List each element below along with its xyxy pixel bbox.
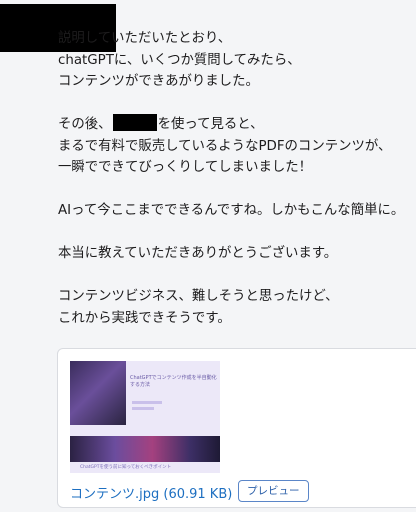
message-line: AIって今ここまでできるんですね。しかもこんな簡単に。 xyxy=(58,203,405,218)
message-fragment: を使って見ると、 xyxy=(157,117,264,132)
message-line: chatGPTに、いくつか質問してみたら、 xyxy=(58,52,301,68)
attachment-thumbnail[interactable]: ChatGPTでコンテンツ作成を半自動化する方法 ChatGPTを使う前に知って… xyxy=(70,361,220,473)
thumbnail-photo xyxy=(70,361,126,425)
message-line: 本当に教えていただきありがとうございます。 xyxy=(58,246,338,261)
thumbnail-text-line xyxy=(132,401,162,404)
message-fragment: その後、 xyxy=(58,117,112,132)
attachment-file-name[interactable]: コンテンツ.jpg xyxy=(70,487,159,502)
message-line-with-redaction: その後、 を使って見ると、 xyxy=(58,114,416,136)
thumbnail-title: ChatGPTでコンテンツ作成を半自動化する方法 xyxy=(130,375,217,388)
message-line: コンテンツができあがりました。 xyxy=(58,74,259,89)
chat-message-view: 説明していただいたとおり、 chatGPTに、いくつか質問してみたら、 コンテン… xyxy=(0,0,416,512)
message-line: まるで有料で販売しているようなPDFのコンテンツが、 xyxy=(58,138,392,154)
message-body: 説明していただいたとおり、 chatGPTに、いくつか質問してみたら、 コンテン… xyxy=(58,28,416,329)
file-attachment-card: ChatGPTでコンテンツ作成を半自動化する方法 ChatGPTを使う前に知って… xyxy=(57,348,416,508)
message-line: 説明していただいたとおり、 xyxy=(58,31,232,46)
thumbnail-text-line xyxy=(132,407,154,410)
attachment-file-link[interactable]: コンテンツ.jpg (60.91 KB) xyxy=(70,483,232,502)
preview-button[interactable]: プレビュー xyxy=(238,480,309,502)
message-line: コンテンツビジネス、難しそうと思ったけど、 xyxy=(58,289,339,304)
thumbnail-caption: ChatGPTを使う前に知っておくべきポイント xyxy=(80,465,172,470)
attachment-file-size[interactable]: (60.91 KB) xyxy=(163,487,232,502)
message-line: 一瞬でできてびっくりしてしまいました！ xyxy=(58,160,313,175)
message-line: これから実践できそうです。 xyxy=(58,310,231,326)
redacted-inline-text xyxy=(112,114,157,131)
thumbnail-banner-image xyxy=(70,436,220,462)
